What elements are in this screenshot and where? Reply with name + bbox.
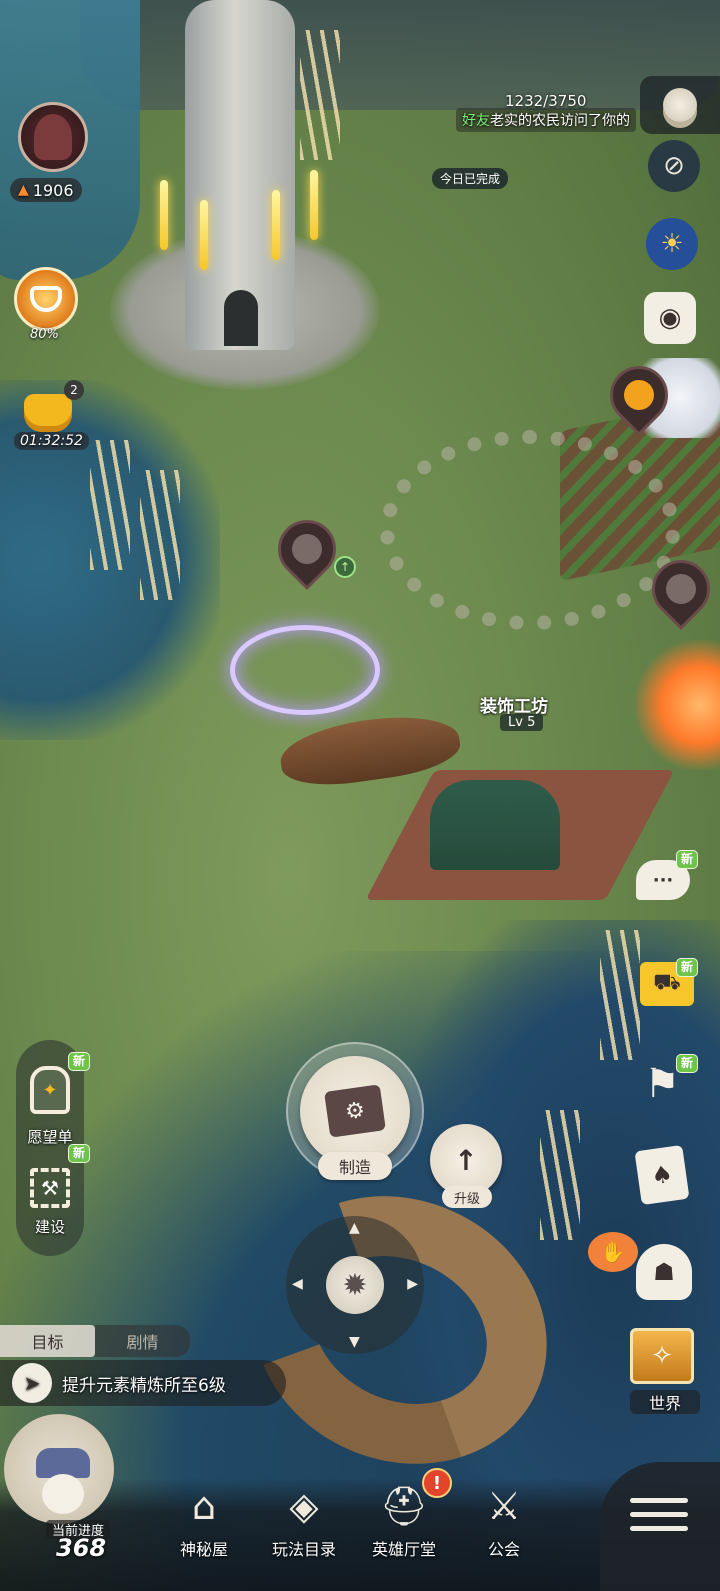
craft-label[interactable]: 制造 <box>318 1152 392 1180</box>
friends-button[interactable]: ✋ <box>588 1232 638 1272</box>
new-badge: 新 <box>676 958 699 977</box>
mascot-face <box>42 1474 84 1514</box>
upgrade-label[interactable]: 升级 <box>442 1186 492 1208</box>
coin-stack-button[interactable] <box>640 76 720 134</box>
ticker-highlight: 好友 <box>462 113 490 129</box>
orb-icon <box>292 534 322 564</box>
mystery-house-icon: ⌂ <box>191 1484 217 1528</box>
eye-slash-icon: ⊘ <box>663 151 685 181</box>
bag-count-badge: 2 <box>64 380 84 400</box>
compass-icon[interactable]: ✹ <box>326 1256 384 1314</box>
feather-icon <box>624 380 654 410</box>
compass-icon: ➤ <box>12 1363 52 1403</box>
light-pillar <box>160 180 168 250</box>
orb-icon <box>666 574 696 604</box>
reward-bag-button[interactable]: 2 <box>18 380 84 432</box>
workshop-roof <box>430 780 560 870</box>
arrow-left-icon: ◀ <box>292 1276 303 1292</box>
character-button[interactable]: ☗ <box>636 1244 692 1300</box>
chat-bubble-icon: ··· <box>652 869 674 891</box>
new-badge: 新 <box>676 1054 699 1073</box>
nav-label: 英雄厅堂 <box>371 1540 436 1559</box>
nav-label: 公会 <box>487 1540 520 1559</box>
flame-icon: ▲ <box>18 182 29 198</box>
sun-moon-icon: ☀ <box>660 229 684 259</box>
left-panel: ✦ 新 愿望单 ⚒ 新 建设 <box>16 1040 91 1256</box>
reeds <box>540 1110 580 1240</box>
power-display: ▲ 1906 <box>10 178 82 202</box>
wrench-icon: ⚒ <box>41 1176 59 1200</box>
reeds <box>140 470 180 600</box>
build-button[interactable]: ⚒ <box>30 1168 70 1208</box>
buff-percent: 80% <box>30 327 59 342</box>
world-button[interactable]: ✧ 世界 <box>630 1328 700 1414</box>
coin-stack-icon <box>663 88 697 122</box>
new-badge: 新 <box>68 1144 91 1163</box>
hooded-figure-icon <box>34 114 72 160</box>
arrow-down-icon: ▼ <box>349 1334 360 1350</box>
visit-ticker: 好友老实的农民访问了你的 <box>456 108 636 132</box>
new-badge: 新 <box>68 1052 91 1071</box>
handshake-icon: ✋ <box>600 1240 626 1264</box>
summoning-circle[interactable] <box>230 625 380 715</box>
player-avatar[interactable] <box>18 102 88 172</box>
forge-fire <box>630 640 720 770</box>
hide-ui-button[interactable]: ⊘ <box>648 140 700 192</box>
camera-button[interactable]: ◉ <box>644 292 696 344</box>
progress-value: 368 <box>56 1534 107 1562</box>
ticker-text: 老实的农民访问了你的 <box>490 113 630 129</box>
menu-icon <box>630 1498 688 1540</box>
light-pillar <box>310 170 318 240</box>
light-pillar <box>272 190 280 260</box>
cards-button[interactable]: ♠ <box>634 1144 690 1206</box>
banner-icon: ⚑ <box>644 1061 680 1107</box>
cliff-rocks <box>80 0 720 110</box>
bag-timer: 01:32:52 <box>14 432 89 450</box>
nav-gameplay-catalog[interactable]: ◈ 玩法目录 <box>254 1478 354 1568</box>
wishlist-button[interactable]: ✦ <box>30 1066 70 1114</box>
gameplay-catalog-icon: ◈ <box>289 1484 319 1528</box>
nav-guild[interactable]: ⚔ 公会 <box>454 1478 554 1568</box>
nav-label: 玩法目录 <box>271 1540 336 1559</box>
tower-door <box>224 290 258 346</box>
hooded-figure-icon: ☗ <box>653 1258 675 1286</box>
new-badge: 新 <box>676 850 699 869</box>
arrow-up-icon: ↑ <box>454 1143 478 1177</box>
buff-button[interactable] <box>14 267 78 331</box>
guild-icon: ⚔ <box>486 1484 522 1528</box>
light-pillar <box>200 200 208 270</box>
quest-tabs: 目标 剧情 <box>0 1325 190 1357</box>
upgrade-arrow-icon: ↑ <box>334 556 356 578</box>
camera-icon: ◉ <box>658 303 682 333</box>
tab-goal[interactable]: 目标 <box>0 1325 95 1357</box>
building-level: Lv 5 <box>500 714 544 731</box>
helmet-crest-icon <box>30 286 62 312</box>
joystick[interactable]: ✹ ▲ ▼ ◀ ▶ <box>286 1216 424 1354</box>
scroll-gear-icon: ⚙ <box>324 1084 386 1138</box>
main-menu-button[interactable] <box>600 1462 720 1591</box>
reeds <box>90 440 130 570</box>
reeds <box>600 930 640 1060</box>
tab-story[interactable]: 剧情 <box>95 1325 190 1357</box>
quest-text: 提升元素精炼所至6级 <box>62 1375 226 1396</box>
power-value: 1906 <box>32 180 74 200</box>
money-bag-icon <box>24 394 72 432</box>
nav-label: 神秘屋 <box>179 1540 228 1559</box>
arrow-right-icon: ▶ <box>407 1276 418 1292</box>
build-label[interactable]: 建设 <box>16 1216 84 1237</box>
craft-button[interactable]: ⚙ <box>300 1056 410 1166</box>
arrow-up-icon: ▲ <box>349 1220 360 1236</box>
world-label: 世界 <box>630 1390 700 1414</box>
alert-badge: ! <box>422 1468 452 1498</box>
quest-tracker[interactable]: ➤ 提升元素精炼所至6级 <box>0 1360 286 1406</box>
day-night-button[interactable]: ☀ <box>646 218 698 270</box>
star-icon: ✦ <box>42 1079 58 1101</box>
cards-icon: ♠ <box>649 1159 675 1191</box>
reeds <box>300 30 340 160</box>
world-book-icon: ✧ <box>630 1328 694 1384</box>
progress-widget[interactable]: 当前进度 368 <box>0 1404 124 1591</box>
today-completed-tag: 今日已完成 <box>432 168 509 189</box>
nav-mystery-house[interactable]: ⌂ 神秘屋 <box>154 1478 254 1568</box>
stone-path <box>380 430 680 630</box>
